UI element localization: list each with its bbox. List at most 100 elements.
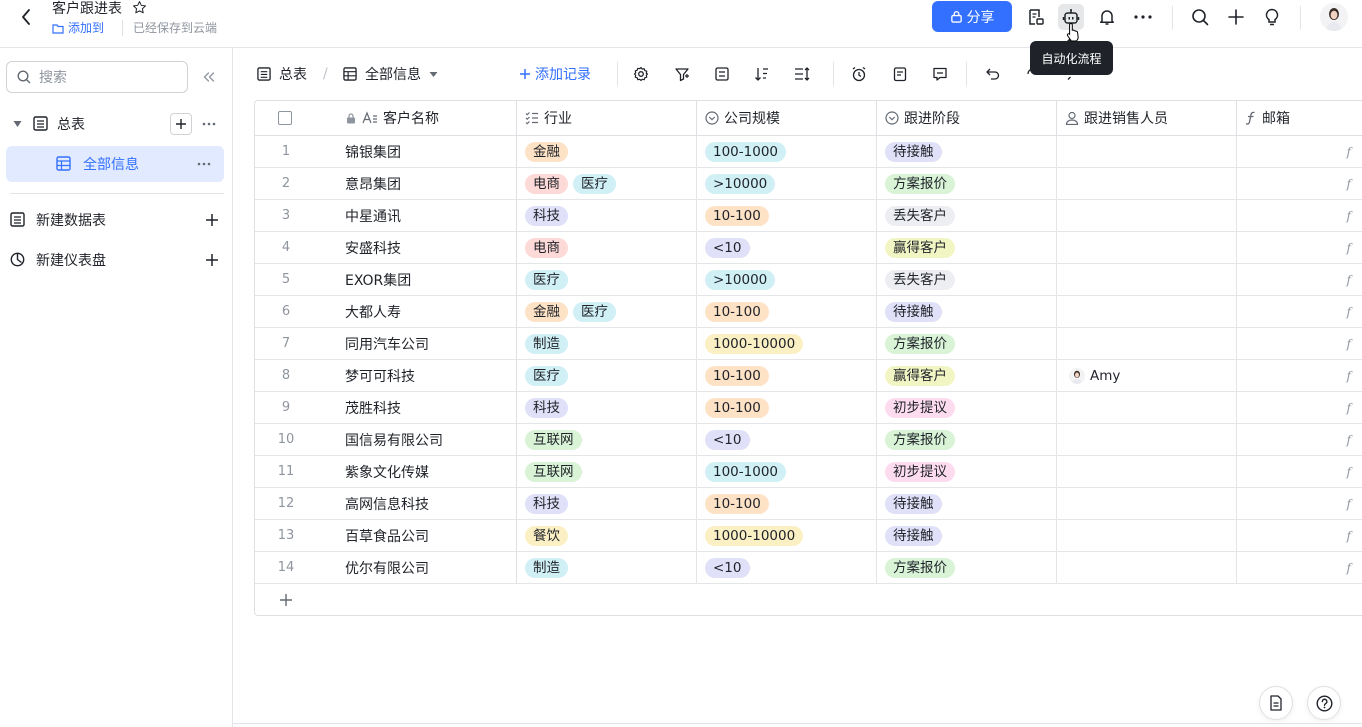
sales-person-cell[interactable] xyxy=(1057,488,1237,519)
doc-info-icon[interactable] xyxy=(1023,4,1049,30)
company-size-cell[interactable]: 10-100 xyxy=(697,200,877,231)
customer-name-cell[interactable]: 锦银集团 xyxy=(337,136,517,167)
undo-icon[interactable] xyxy=(982,63,1004,85)
form-icon[interactable] xyxy=(889,63,911,85)
company-size-cell[interactable]: >10000 xyxy=(697,264,877,295)
table-row[interactable]: 4 安盛科技 电商 <10 赢得客户 f xyxy=(255,232,1362,264)
add-record-button[interactable]: 添加记录 xyxy=(519,64,591,84)
table-row[interactable]: 9 茂胜科技 科技 10-100 初步提议 f xyxy=(255,392,1362,424)
email-cell[interactable]: f xyxy=(1237,552,1362,583)
industry-cell[interactable]: 制造 xyxy=(517,552,697,583)
company-size-cell[interactable]: 10-100 xyxy=(697,488,877,519)
industry-cell[interactable]: 金融 医疗 xyxy=(517,296,697,327)
company-size-cell[interactable]: 10-100 xyxy=(697,296,877,327)
more-icon[interactable] xyxy=(1130,4,1156,30)
table-row[interactable]: 12 高网信息科技 科技 10-100 待接触 f xyxy=(255,488,1362,520)
alarm-clock-icon[interactable] xyxy=(848,63,870,85)
help-icon[interactable] xyxy=(1307,686,1341,720)
stage-cell[interactable]: 初步提议 xyxy=(877,456,1057,487)
user-avatar[interactable] xyxy=(1320,3,1348,31)
lightbulb-icon[interactable] xyxy=(1259,4,1285,30)
stage-cell[interactable]: 待接触 xyxy=(877,520,1057,551)
company-size-cell[interactable]: <10 xyxy=(697,424,877,455)
caret-down-icon[interactable] xyxy=(13,120,22,128)
stage-cell[interactable]: 初步提议 xyxy=(877,392,1057,423)
sales-person-cell[interactable] xyxy=(1057,552,1237,583)
email-cell[interactable]: f xyxy=(1237,520,1362,551)
email-cell[interactable]: f xyxy=(1237,456,1362,487)
stage-cell[interactable]: 方案报价 xyxy=(877,424,1057,455)
email-cell[interactable]: f xyxy=(1237,488,1362,519)
company-size-cell[interactable]: >10000 xyxy=(697,168,877,199)
customer-name-cell[interactable]: 梦可可科技 xyxy=(337,360,517,391)
table-row[interactable]: 10 国信易有限公司 互联网 <10 方案报价 f xyxy=(255,424,1362,456)
customer-name-cell[interactable]: 紫象文化传媒 xyxy=(337,456,517,487)
sales-person-cell[interactable] xyxy=(1057,424,1237,455)
company-size-cell[interactable]: <10 xyxy=(697,232,877,263)
table-row[interactable]: 7 同用汽车公司 制造 1000-10000 方案报价 f xyxy=(255,328,1362,360)
table-row[interactable]: 8 梦可可科技 医疗 10-100 赢得客户 Amy f xyxy=(255,360,1362,392)
filter-icon[interactable] xyxy=(671,63,693,85)
collapse-sidebar-icon[interactable] xyxy=(200,68,218,86)
sales-person-cell[interactable] xyxy=(1057,456,1237,487)
customer-name-cell[interactable]: 百草食品公司 xyxy=(337,520,517,551)
industry-cell[interactable]: 医疗 xyxy=(517,264,697,295)
sales-person-cell[interactable] xyxy=(1057,264,1237,295)
table-row[interactable]: 2 意昂集团 电商 医疗 >10000 方案报价 f xyxy=(255,168,1362,200)
email-cell[interactable]: f xyxy=(1237,296,1362,327)
add-row-button[interactable] xyxy=(255,584,1362,615)
table-more-icon[interactable] xyxy=(198,113,220,135)
company-size-cell[interactable]: 100-1000 xyxy=(697,136,877,167)
industry-cell[interactable]: 医疗 xyxy=(517,360,697,391)
industry-cell[interactable]: 电商 医疗 xyxy=(517,168,697,199)
industry-cell[interactable]: 科技 xyxy=(517,200,697,231)
sidebar-item-main-table[interactable]: 总表 xyxy=(0,106,233,142)
add-view-button[interactable] xyxy=(170,113,192,135)
stage-cell[interactable]: 丢失客户 xyxy=(877,200,1057,231)
sidebar-item-new-dashboard[interactable]: 新建仪表盘 xyxy=(0,242,233,278)
view-more-icon[interactable] xyxy=(193,153,215,175)
plus-icon[interactable] xyxy=(1223,4,1249,30)
doc-title[interactable]: 客户跟进表 xyxy=(52,0,122,18)
table-row[interactable]: 5 EXOR集团 医疗 >10000 丢失客户 f xyxy=(255,264,1362,296)
email-cell[interactable]: f xyxy=(1237,424,1362,455)
search-icon[interactable] xyxy=(1187,4,1213,30)
stage-cell[interactable]: 赢得客户 xyxy=(877,232,1057,263)
customer-name-cell[interactable]: 大都人寿 xyxy=(337,296,517,327)
header-sales-column[interactable]: 跟进销售人员 xyxy=(1057,101,1237,135)
header-industry-column[interactable]: 行业 xyxy=(517,101,697,135)
stage-cell[interactable]: 待接触 xyxy=(877,136,1057,167)
sales-person-cell[interactable] xyxy=(1057,136,1237,167)
sales-person-cell[interactable] xyxy=(1057,168,1237,199)
table-row[interactable]: 1 锦银集团 金融 100-1000 待接触 f xyxy=(255,136,1362,168)
stage-cell[interactable]: 待接触 xyxy=(877,296,1057,327)
company-size-cell[interactable]: <10 xyxy=(697,552,877,583)
company-size-cell[interactable]: 1000-10000 xyxy=(697,328,877,359)
company-size-cell[interactable]: 1000-10000 xyxy=(697,520,877,551)
select-all-checkbox[interactable] xyxy=(278,111,292,125)
header-name-column[interactable]: 客户名称 xyxy=(255,101,517,135)
sidebar-search-input[interactable]: 搜索 xyxy=(6,61,188,93)
table-row[interactable]: 6 大都人寿 金融 医疗 10-100 待接触 f xyxy=(255,296,1362,328)
stage-cell[interactable]: 方案报价 xyxy=(877,328,1057,359)
industry-cell[interactable]: 餐饮 xyxy=(517,520,697,551)
customer-name-cell[interactable]: 安盛科技 xyxy=(337,232,517,263)
email-cell[interactable]: f xyxy=(1237,264,1362,295)
sales-person-cell[interactable] xyxy=(1057,392,1237,423)
view-switcher[interactable]: 全部信息 xyxy=(343,64,438,84)
customer-name-cell[interactable]: EXOR集团 xyxy=(337,264,517,295)
email-cell[interactable]: f xyxy=(1237,392,1362,423)
stage-cell[interactable]: 赢得客户 xyxy=(877,360,1057,391)
company-size-cell[interactable]: 10-100 xyxy=(697,360,877,391)
table-row[interactable]: 13 百草食品公司 餐饮 1000-10000 待接触 f xyxy=(255,520,1362,552)
plus-icon[interactable] xyxy=(201,209,223,231)
group-icon[interactable] xyxy=(711,63,733,85)
sales-person-cell[interactable] xyxy=(1057,328,1237,359)
header-size-column[interactable]: 公司规模 xyxy=(697,101,877,135)
customer-name-cell[interactable]: 国信易有限公司 xyxy=(337,424,517,455)
sort-icon[interactable] xyxy=(751,63,773,85)
stage-cell[interactable]: 方案报价 xyxy=(877,552,1057,583)
table-row[interactable]: 14 优尔有限公司 制造 <10 方案报价 f xyxy=(255,552,1362,584)
table-row[interactable]: 11 紫象文化传媒 互联网 100-1000 初步提议 f xyxy=(255,456,1362,488)
header-email-column[interactable]: 邮箱 xyxy=(1237,101,1362,135)
